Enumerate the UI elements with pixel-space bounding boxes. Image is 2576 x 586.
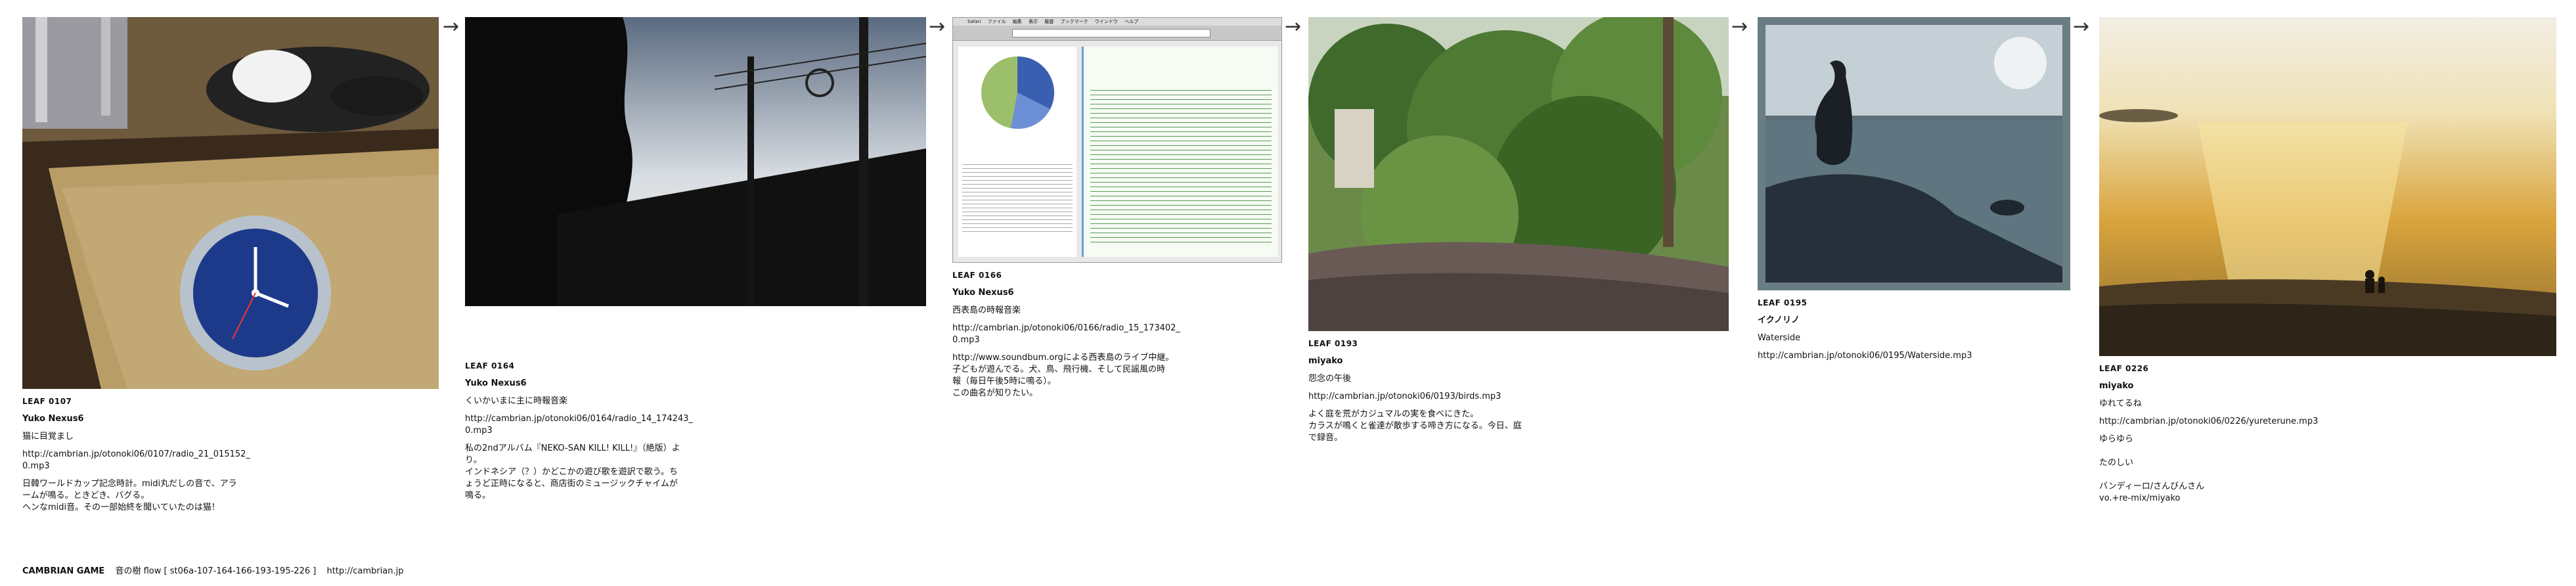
dusk-silhouette-image xyxy=(465,17,926,306)
leaf-0166-photo[interactable]: Safari ファイル 編集 表示 履歴 ブックマーク ウインドウ ヘルプ xyxy=(952,17,1282,263)
track-description: 私の2ndアルバム『NEKO-SAN KILL! KILL!』（絶版）よ り。 … xyxy=(465,443,680,501)
leaf-0164-info: LEAF 0164 Yuko Nexus6 くいかいまに主に時報音楽 http:… xyxy=(465,360,754,508)
pie-graphic-icon xyxy=(981,56,1055,129)
artist-name: miyako xyxy=(1308,356,1343,366)
page-left-pane xyxy=(958,47,1077,257)
artist-name: イクノリノ xyxy=(1758,315,1800,325)
track-title: 怨念の午後 xyxy=(1308,374,1352,384)
track-url-link[interactable]: http://cambrian.jp/otonoki06/0193/birds.… xyxy=(1308,391,1597,403)
track-title: くいかいまに主に時報音楽 xyxy=(465,396,568,406)
track-url-link[interactable]: http://cambrian.jp/otonoki06/0226/yurete… xyxy=(2099,416,2388,428)
menu-item-window[interactable]: ウインドウ xyxy=(1095,19,1118,24)
menu-item-file[interactable]: ファイル xyxy=(988,19,1006,24)
flow-arrow-icon: → xyxy=(1731,15,1748,38)
track-title: ゆれてるね xyxy=(2099,399,2142,409)
left-pane-text xyxy=(962,161,1073,233)
flow-arrow-icon: → xyxy=(1285,15,1302,38)
artist-name: Yuko Nexus6 xyxy=(22,414,84,424)
track-description: よく庭を荒がカジュマルの実を食べにきた。 カラスが鳴くと雀達が散歩する啼き方にな… xyxy=(1308,409,1522,443)
leaf-label: LEAF 0193 xyxy=(1308,339,1358,348)
leaf-0226-info: LEAF 0226 miyako ゆれてるね http://cambrian.j… xyxy=(2099,363,2388,510)
leaf-0193-info: LEAF 0193 miyako 怨念の午後 http://cambrian.j… xyxy=(1308,338,1597,450)
seaside-figure-image xyxy=(1758,17,2070,290)
leaf-0166-info: LEAF 0166 Yuko Nexus6 西表島の時報音楽 http://ca… xyxy=(952,269,1241,405)
artist-name: Yuko Nexus6 xyxy=(465,378,527,388)
artist-name: Yuko Nexus6 xyxy=(952,288,1014,298)
leaf-0107-photo[interactable] xyxy=(22,17,439,389)
leaf-label: LEAF 0164 xyxy=(465,361,515,371)
track-description: 日韓ワールドカップ記念時計。midi丸だしの音で、アラ ームが鳴る。ときどき、バ… xyxy=(22,479,237,512)
page-footer: CAMBRIAN GAME 音の樹 flow [ st06a-107-164-1… xyxy=(22,564,411,576)
menu-item-help[interactable]: ヘルプ xyxy=(1124,19,1138,24)
track-description: ゆらゆら たのしい バンディーロ/さんびんさん vo.+re-mix/miyak… xyxy=(2099,434,2205,503)
leaf-label: LEAF 0226 xyxy=(2099,364,2149,373)
leaf-label: LEAF 0195 xyxy=(1758,298,1808,307)
chat-log-lines xyxy=(1090,86,1272,244)
track-url-link[interactable]: http://cambrian.jp/otonoki06/0166/radio_… xyxy=(952,323,1241,346)
menu-item-edit[interactable]: 編集 xyxy=(1013,19,1022,24)
site-link[interactable]: http://cambrian.jp xyxy=(326,566,403,576)
artist-name: miyako xyxy=(2099,381,2134,391)
leaf-0107-info: LEAF 0107 Yuko Nexus6 猫に目覚まし http://camb… xyxy=(22,395,298,520)
leaf-0195-info: LEAF 0195 イクノリノ Waterside http://cambria… xyxy=(1758,297,2047,368)
leaf-0193-photo[interactable] xyxy=(1308,17,1729,331)
leaf-label: LEAF 0166 xyxy=(952,271,1002,280)
flow-arrow-icon: → xyxy=(2073,15,2090,38)
menu-item-history[interactable]: 履歴 xyxy=(1044,19,1054,24)
address-bar[interactable] xyxy=(1012,29,1210,37)
track-url-link[interactable]: http://cambrian.jp/otonoki06/0164/radio_… xyxy=(465,413,754,437)
track-description: http://www.soundbum.orgによる西表島のライブ中継。 子ども… xyxy=(952,353,1174,398)
track-url-link[interactable]: http://cambrian.jp/otonoki06/0107/radio_… xyxy=(22,449,298,472)
track-url-link[interactable]: http://cambrian.jp/otonoki06/0195/Waters… xyxy=(1758,350,2047,362)
garden-foliage-image xyxy=(1308,17,1729,331)
flow-arrow-icon: → xyxy=(929,15,946,38)
menu-item-bookmarks[interactable]: ブックマーク xyxy=(1060,19,1088,24)
page-right-pane xyxy=(1082,47,1278,257)
flow-path: 音の樹 flow [ st06a-107-164-166-193-195-226… xyxy=(115,566,317,576)
game-name: CAMBRIAN GAME xyxy=(22,566,105,576)
menu-item-safari[interactable]: Safari xyxy=(967,19,981,24)
track-title: 猫に目覚まし xyxy=(22,432,74,441)
safari-window: Safari ファイル 編集 表示 履歴 ブックマーク ウインドウ ヘルプ xyxy=(953,18,1281,262)
flow-arrow-icon: → xyxy=(443,15,460,38)
window-menubar: Safari ファイル 編集 表示 履歴 ブックマーク ウインドウ ヘルプ xyxy=(953,18,1281,26)
leaf-0164-photo[interactable] xyxy=(465,17,926,306)
sunset-beach-image xyxy=(2099,17,2556,356)
menu-item-view[interactable]: 表示 xyxy=(1029,19,1038,24)
track-title: Waterside xyxy=(1758,333,1801,343)
track-title: 西表島の時報音楽 xyxy=(952,305,1021,315)
clock-on-tatami-image xyxy=(22,17,439,389)
leaf-0195-photo[interactable] xyxy=(1758,17,2070,290)
leaf-label: LEAF 0107 xyxy=(22,397,72,406)
browser-toolbar xyxy=(953,26,1281,41)
leaf-0226-photo[interactable] xyxy=(2099,17,2556,356)
